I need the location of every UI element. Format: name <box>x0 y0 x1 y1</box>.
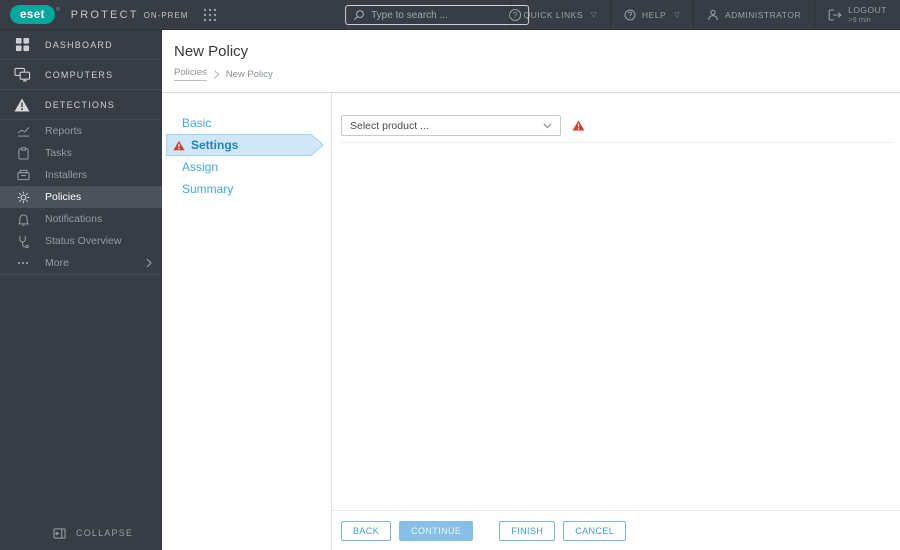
page-title: New Policy <box>174 43 249 60</box>
sidebar-item-reports[interactable]: Reports <box>0 120 162 142</box>
sidebar-item-policies[interactable]: Policies <box>0 186 162 208</box>
sidebar-item-dashboard[interactable]: DASHBOARD <box>0 30 162 60</box>
sidebar-item-computers[interactable]: COMPUTERS <box>0 60 162 90</box>
breadcrumb-policies-link[interactable]: Policies <box>174 67 207 81</box>
wizard-step-settings[interactable]: Settings <box>162 134 331 156</box>
top-bar-menu: QUICK LINKS ▽ HELP ▽ ADMINISTRATOR LOGOU… <box>509 0 900 30</box>
continue-button[interactable]: CONTINUE <box>399 520 474 541</box>
product-select-value: Select product ... <box>350 119 429 132</box>
product-select-dropdown[interactable]: Select product ... <box>341 115 561 136</box>
sidebar-item-notifications[interactable]: Notifications <box>0 208 162 230</box>
collapse-icon <box>53 527 66 539</box>
validation-warning-icon <box>572 120 585 131</box>
search-input[interactable] <box>371 9 510 21</box>
breadcrumb-chevron-icon <box>213 69 219 79</box>
wizard-step-basic[interactable]: Basic <box>162 112 331 134</box>
brand: eset ® PROTECT ON-PREM <box>10 5 188 24</box>
settings-step-panel: Select product ... BACK CONTINUE FINISH … <box>332 93 900 550</box>
status-overview-icon <box>16 235 30 248</box>
main-navigation-sidebar: DASHBOARD COMPUTERS DETECTIONS Reports T… <box>0 30 162 550</box>
product-name: PROTECT <box>70 8 139 21</box>
sidebar-item-detections[interactable]: DETECTIONS <box>0 90 162 120</box>
wizard-steps-panel: Basic Settings Assign Summary <box>162 93 332 550</box>
sidebar-item-more[interactable]: More <box>0 252 162 274</box>
help-label: HELP <box>641 9 667 20</box>
more-ellipsis-icon <box>16 261 30 265</box>
page-header: New Policy Policies New Policy <box>162 30 900 92</box>
sidebar-item-status-overview[interactable]: Status Overview <box>0 230 162 252</box>
dashboard-icon <box>13 37 31 52</box>
logout-icon <box>828 8 842 21</box>
sidebar-item-tasks[interactable]: Tasks <box>0 142 162 164</box>
finish-button[interactable]: FINISH <box>499 520 556 541</box>
product-edition: ON-PREM <box>143 11 189 20</box>
search-help-icon[interactable]: ? <box>509 9 522 21</box>
notifications-bell-icon <box>16 213 30 226</box>
user-label: ADMINISTRATOR <box>725 9 802 20</box>
breadcrumb: Policies New Policy <box>174 67 900 81</box>
tasks-icon <box>16 146 30 160</box>
sidebar-item-installers[interactable]: Installers <box>0 164 162 186</box>
cancel-button[interactable]: CANCEL <box>563 520 627 541</box>
user-icon <box>707 9 719 21</box>
chevron-down-icon <box>543 122 552 129</box>
computers-icon <box>13 67 31 82</box>
breadcrumb-current: New Policy <box>225 68 273 80</box>
eset-logo: eset <box>10 5 55 24</box>
global-search[interactable]: ? <box>345 5 530 25</box>
chevron-right-icon <box>146 258 152 268</box>
logout-button[interactable]: LOGOUT >9 min <box>814 0 900 30</box>
help-menu[interactable]: HELP ▽ <box>609 0 693 30</box>
chevron-down-icon: ▽ <box>674 11 681 19</box>
registered-mark: ® <box>56 6 60 13</box>
quick-links-label: QUICK LINKS <box>523 9 584 20</box>
user-menu[interactable]: ADMINISTRATOR <box>693 0 814 30</box>
installers-icon <box>16 169 30 181</box>
eset-logo-text: eset <box>19 8 46 21</box>
wizard-step-summary[interactable]: Summary <box>162 178 331 200</box>
chevron-down-icon: ▽ <box>591 11 597 19</box>
app-launcher-grid-icon[interactable] <box>203 8 217 22</box>
wizard-footer: BACK CONTINUE FINISH CANCEL <box>332 510 900 550</box>
top-bar: eset ® PROTECT ON-PREM ? QUICK <box>0 0 900 30</box>
content-area: New Policy Policies New Policy Basic Set… <box>162 30 900 550</box>
search-icon <box>353 9 365 21</box>
step-warning-icon <box>173 140 185 151</box>
policies-gear-icon <box>16 191 30 204</box>
logout-label: LOGOUT <box>848 4 887 15</box>
logout-timer: >9 min <box>848 15 871 25</box>
collapse-label: COLLAPSE <box>76 528 134 538</box>
eset-protect-console: eset ® PROTECT ON-PREM ? QUICK <box>0 0 900 550</box>
warning-triangle-icon <box>13 98 31 112</box>
sidebar-collapse-button[interactable]: COLLAPSE <box>0 516 162 550</box>
help-circle-icon <box>624 9 636 21</box>
back-button[interactable]: BACK <box>341 520 392 541</box>
reports-icon <box>16 126 30 137</box>
